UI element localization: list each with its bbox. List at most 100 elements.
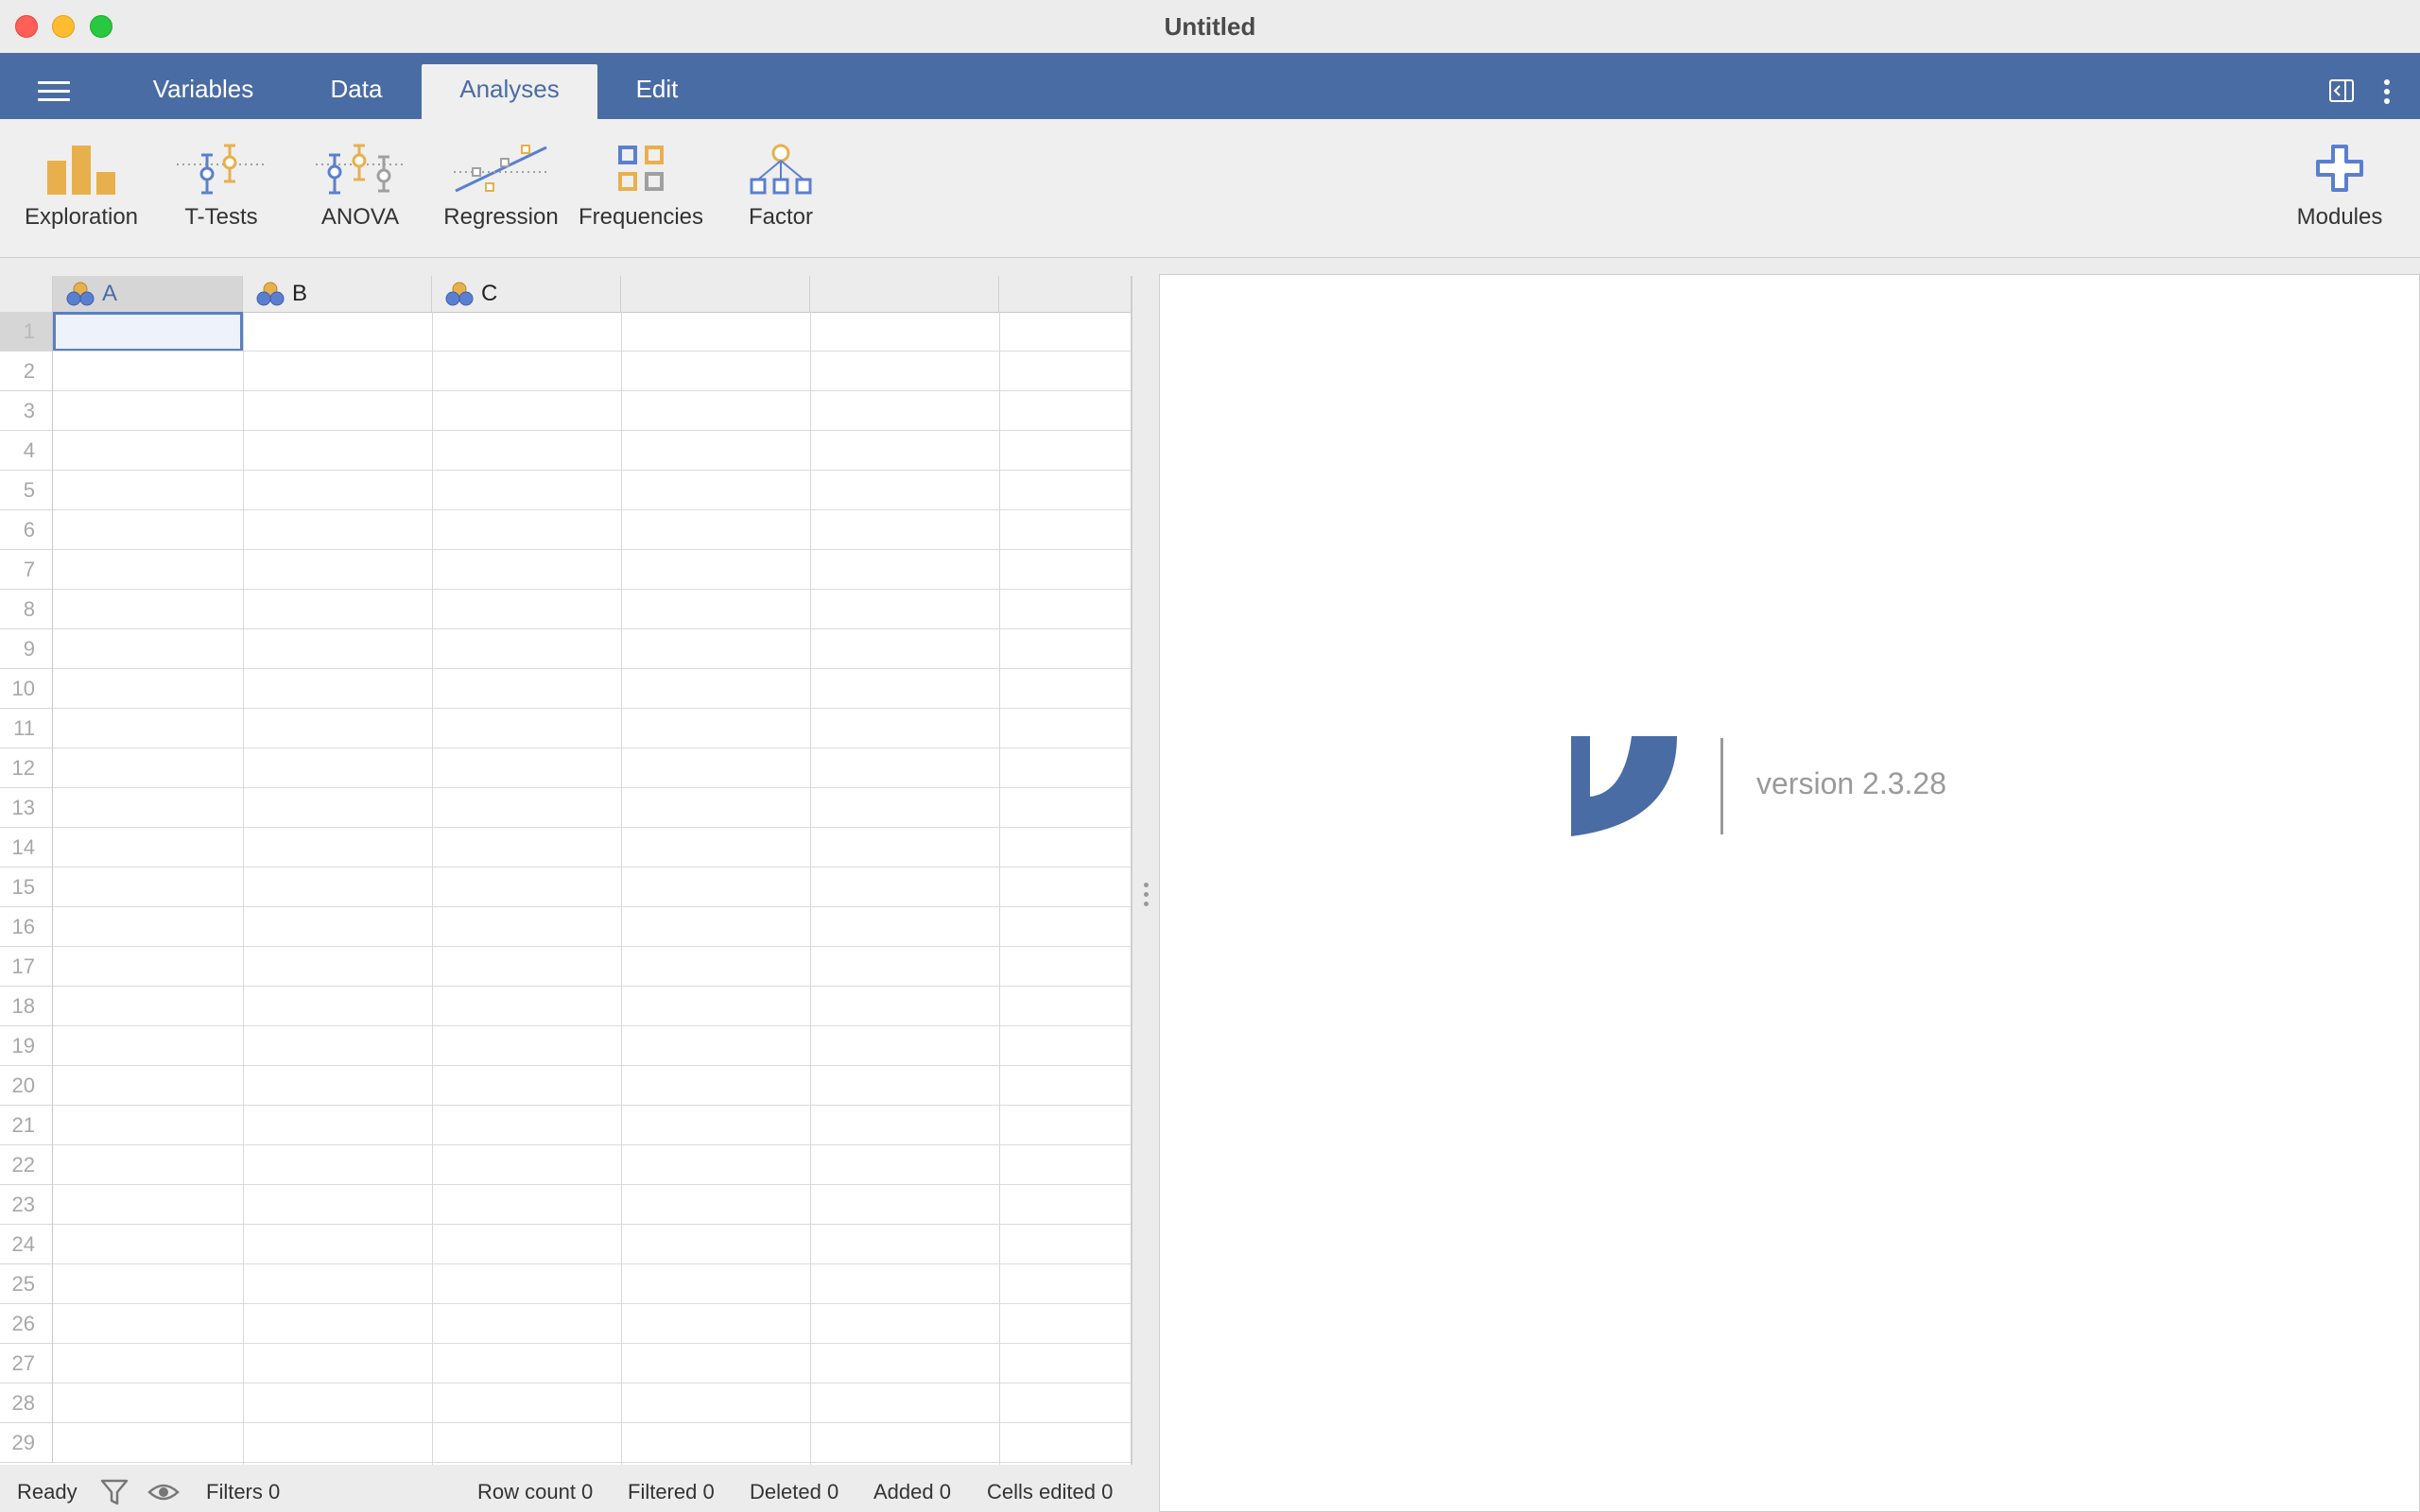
frequencies-icon (618, 146, 664, 191)
status-added: Added 0 (873, 1480, 951, 1503)
row-number[interactable]: 29 (0, 1423, 53, 1463)
row-number[interactable]: 17 (0, 947, 53, 987)
t-tests-label: T-Tests (184, 204, 258, 230)
grid-row-line (53, 1224, 1131, 1225)
row-number[interactable]: 28 (0, 1383, 53, 1423)
grid-row-line (53, 1025, 1131, 1026)
row-number[interactable]: 3 (0, 391, 53, 431)
tab-analyses[interactable]: Analyses (422, 64, 597, 119)
anova-button[interactable]: ANOVA (301, 119, 420, 257)
exploration-button[interactable]: Exploration (13, 119, 149, 257)
panel-toggle-icon[interactable] (2329, 79, 2354, 102)
corner-cell[interactable] (0, 276, 53, 312)
row-number[interactable]: 10 (0, 669, 53, 709)
tab-variables[interactable]: Variables (142, 64, 265, 119)
row-number[interactable]: 25 (0, 1264, 53, 1304)
grid-row-line (53, 827, 1131, 828)
splitter-handle[interactable] (1143, 883, 1150, 911)
row-number[interactable]: 16 (0, 907, 53, 947)
status-deleted: Deleted 0 (750, 1480, 839, 1503)
exploration-label: Exploration (24, 204, 139, 230)
column-header-b[interactable]: B (243, 276, 432, 312)
row-number[interactable]: 23 (0, 1185, 53, 1225)
grid-column-line (621, 312, 622, 1465)
regression-button[interactable]: Regression (437, 119, 565, 257)
grid-border (1131, 276, 1132, 1465)
column-header-a[interactable]: A (53, 276, 243, 312)
eye-icon[interactable] (147, 1482, 180, 1503)
grid-row-line (53, 1343, 1131, 1344)
grid-row-line (53, 1065, 1131, 1066)
row-number[interactable]: 12 (0, 748, 53, 788)
grid-row-line (53, 986, 1131, 987)
row-number[interactable]: 9 (0, 629, 53, 669)
row-number[interactable]: 14 (0, 828, 53, 868)
row-number[interactable]: 1 (0, 312, 53, 352)
grid-row-line (53, 430, 1131, 431)
frequencies-button[interactable]: Frequencies (575, 119, 707, 257)
row-number[interactable]: 19 (0, 1026, 53, 1066)
grid-row-line (53, 787, 1131, 788)
column-header-empty[interactable] (621, 276, 810, 312)
filter-icon[interactable] (100, 1478, 129, 1506)
grid-column-line (243, 312, 244, 1465)
more-options-icon[interactable] (2382, 77, 2392, 106)
analyses-toolbar: Exploration T-Tests ANOVA Regression Fre… (0, 119, 2420, 258)
row-number[interactable]: 26 (0, 1304, 53, 1344)
grid-column-line (432, 312, 433, 1465)
results-panel[interactable]: version 2.3.28 (1159, 274, 2420, 1512)
bar-chart-icon (47, 146, 115, 195)
nominal-variable-icon (66, 282, 95, 306)
selected-cell[interactable] (53, 312, 243, 352)
grid-row-line (53, 1105, 1131, 1106)
row-number[interactable]: 4 (0, 431, 53, 471)
row-number[interactable]: 21 (0, 1106, 53, 1145)
row-number[interactable]: 27 (0, 1344, 53, 1383)
factor-icon (750, 144, 812, 195)
jamovi-logo (1571, 736, 1677, 836)
column-name-a: A (102, 281, 118, 306)
row-number[interactable]: 5 (0, 471, 53, 510)
row-number[interactable]: 13 (0, 788, 53, 828)
grid-row-line (53, 470, 1131, 471)
grid-row-line (53, 906, 1131, 907)
row-number[interactable]: 7 (0, 550, 53, 590)
row-number[interactable]: 20 (0, 1066, 53, 1106)
t-test-icon (177, 144, 266, 195)
column-header-row: A B C (0, 276, 1131, 313)
data-grid[interactable] (53, 312, 1131, 1465)
anova-icon (316, 144, 405, 195)
row-number[interactable]: 22 (0, 1145, 53, 1185)
row-number[interactable]: 8 (0, 590, 53, 629)
grid-row-line (53, 747, 1131, 748)
row-number[interactable]: 24 (0, 1225, 53, 1264)
factor-button[interactable]: Factor (728, 119, 834, 257)
modules-button[interactable]: Modules (2288, 119, 2392, 257)
t-tests-button[interactable]: T-Tests (161, 119, 282, 257)
grid-row-line (53, 589, 1131, 590)
row-number[interactable]: 6 (0, 510, 53, 550)
row-number[interactable]: 11 (0, 709, 53, 748)
column-header-empty[interactable] (810, 276, 999, 312)
grid-row-line (53, 946, 1131, 947)
tab-data[interactable]: Data (312, 64, 401, 119)
status-filters: Filters 0 (206, 1480, 281, 1503)
modules-label: Modules (2296, 204, 2383, 230)
status-ready: Ready (17, 1480, 78, 1503)
column-header-c[interactable]: C (432, 276, 621, 312)
tab-edit[interactable]: Edit (619, 64, 695, 119)
row-number[interactable]: 18 (0, 987, 53, 1026)
nominal-variable-icon (445, 282, 474, 306)
column-name-c: C (481, 281, 498, 306)
row-number[interactable]: 15 (0, 868, 53, 907)
spreadsheet[interactable]: A B C 1 2 3 4 5 6 7 8 9 10 11 12 13 14 15 16 17 18 19 20 21 2… (0, 276, 1131, 1465)
grid-row-line (53, 708, 1131, 709)
status-filtered: Filtered 0 (628, 1480, 715, 1503)
nominal-variable-icon (256, 282, 285, 306)
row-number[interactable]: 2 (0, 352, 53, 391)
status-bar: Ready Filters 0 Row count 0 Filtered 0 D… (0, 1467, 1134, 1512)
window-title: Untitled (1164, 12, 1256, 41)
frequencies-label: Frequencies (578, 204, 704, 230)
hamburger-menu-icon[interactable] (38, 81, 70, 102)
column-header-empty[interactable] (999, 276, 1131, 312)
